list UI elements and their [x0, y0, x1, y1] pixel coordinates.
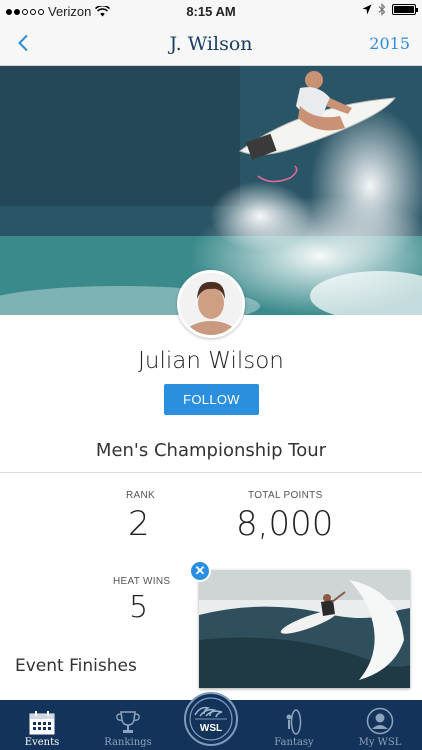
- battery-icon: [392, 4, 418, 15]
- divider: [0, 472, 422, 473]
- rank-label: RANK: [126, 490, 155, 501]
- page-title: J. Wilson: [169, 33, 253, 55]
- wave-video-frame: [199, 570, 410, 688]
- tab-label-events: Events: [24, 737, 60, 748]
- total-points-label: TOTAL POINTS: [248, 490, 323, 501]
- bluetooth-icon: [378, 3, 386, 16]
- tab-label-rankings: Rankings: [104, 737, 152, 748]
- wsl-logo-icon: WSL: [189, 697, 233, 741]
- total-points-value: 8,000: [236, 504, 334, 544]
- tour-title: Men's Championship Tour: [95, 440, 327, 461]
- navigation-bar: J. Wilson 2015: [0, 22, 422, 66]
- trophy-icon: [116, 711, 140, 733]
- user-icon: [366, 707, 394, 735]
- season-selector[interactable]: 2015: [369, 34, 410, 53]
- location-arrow-icon: [362, 4, 372, 15]
- heat-wins-label: HEAT WINS: [113, 576, 171, 587]
- wsl-logo-button[interactable]: WSL: [184, 692, 238, 746]
- surfer-name: Julian Wilson: [138, 348, 284, 374]
- wsl-logo-text: WSL: [200, 723, 222, 734]
- video-thumbnail[interactable]: [199, 570, 410, 688]
- tab-my-wsl[interactable]: My WSL: [350, 700, 410, 750]
- status-right: [362, 3, 418, 16]
- avatar: [177, 270, 245, 338]
- calendar-icon: [29, 711, 55, 735]
- event-finishes-heading: Event Finishes: [15, 656, 137, 676]
- rank-value: 2: [128, 504, 150, 544]
- status-bar: Verizon 8:15 AM: [0, 0, 422, 22]
- surfboard-icon: [286, 709, 302, 735]
- tab-rankings[interactable]: Rankings: [98, 700, 158, 750]
- tab-label-my-wsl: My WSL: [358, 737, 402, 748]
- tab-fantasy[interactable]: Fantasy: [264, 700, 324, 750]
- follow-button[interactable]: FOLLOW: [164, 384, 259, 415]
- tab-label-fantasy: Fantasy: [274, 737, 314, 748]
- close-icon: ✕: [194, 563, 206, 578]
- status-time: 8:15 AM: [186, 4, 236, 19]
- surfer-portrait: [180, 273, 242, 335]
- heat-wins-value: 5: [129, 590, 149, 625]
- tab-events[interactable]: Events: [14, 700, 70, 750]
- close-video-button[interactable]: ✕: [189, 560, 211, 582]
